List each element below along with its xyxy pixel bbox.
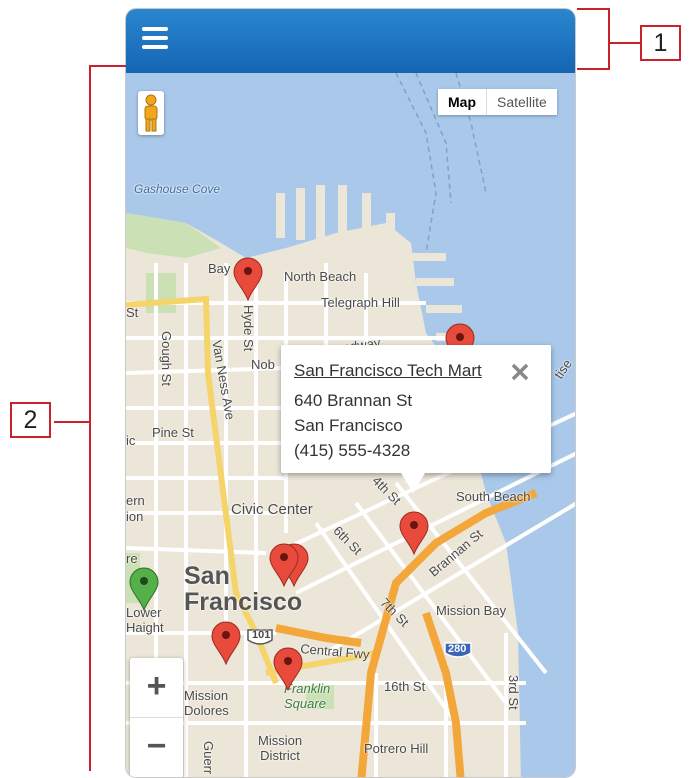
map-label-south-beach: South Beach [456, 489, 531, 504]
map-label-pine-st: Pine St [152, 425, 194, 440]
map-type-control: Map Satellite [438, 89, 557, 115]
map-label-north-beach: North Beach [284, 269, 357, 284]
callout-1-leader-top [577, 8, 609, 10]
map-label-3rd-st: 3rd St [506, 675, 521, 710]
zoom-control: + − [130, 658, 183, 777]
store-city: San Francisco [294, 416, 403, 435]
hwy-101-shield: 101 [252, 629, 271, 641]
map-label-potrero-hill: Potrero Hill [364, 741, 429, 756]
map-label-guerr: Guerr [201, 741, 216, 775]
callout-2: 2 [10, 402, 51, 438]
store-phone: (415) 555-4328 [294, 441, 411, 460]
callout-1-leader-bottom [577, 68, 609, 70]
hwy-280-shield: 280 [448, 643, 467, 655]
map-label-civic-center: Civic Center [231, 501, 313, 518]
map-marker-red[interactable] [268, 543, 300, 587]
callout-1-leader-horizontal [609, 42, 641, 44]
zoom-out-button[interactable]: − [130, 718, 183, 777]
street-view-pegman-icon[interactable] [138, 91, 164, 135]
callout-2-leader-horizontal [54, 421, 90, 423]
map-label-st-left: St [126, 305, 139, 320]
map-label-telegraph-hill: Telegraph Hill [321, 295, 400, 310]
app-top-bar [126, 9, 575, 73]
map-label-gough-st: Gough St [159, 331, 174, 386]
phone-screen: Gashouse Cove Bay St North Beach Telegra… [125, 8, 576, 778]
map-marker-red[interactable] [232, 257, 264, 301]
info-window-pointer [401, 473, 425, 493]
callout-2-leader-top [90, 65, 126, 67]
map-label-re: re [126, 551, 138, 566]
map-marker-red-selected[interactable] [398, 511, 430, 555]
map-type-satellite-button[interactable]: Satellite [486, 89, 557, 115]
store-name-link[interactable]: San Francisco Tech Mart [294, 361, 482, 381]
hamburger-menu-icon[interactable] [142, 27, 168, 53]
map-label-ern: ern [126, 493, 145, 508]
zoom-in-button[interactable]: + [130, 658, 183, 718]
map-marker-green[interactable] [128, 567, 160, 611]
store-address: 640 Brannan St [294, 391, 413, 410]
map-label-ic: ic [126, 433, 136, 448]
map-label-mission-district: Mission District [258, 733, 303, 763]
close-x-icon[interactable] [509, 361, 531, 383]
map-label-ion: ion [126, 509, 144, 524]
map-label-hyde-st: Hyde St [241, 305, 256, 352]
map-label-nob: Nob [251, 357, 275, 372]
map-label-gashouse-cove: Gashouse Cove [134, 182, 221, 196]
map-label-mission-bay: Mission Bay [436, 603, 507, 618]
map-type-map-button[interactable]: Map [438, 89, 486, 115]
callout-1: 1 [640, 25, 681, 61]
map-label-mission-dolores: Mission Dolores [184, 688, 229, 718]
callout-1-leader-vertical [608, 8, 610, 70]
marker-info-window: San Francisco Tech Mart 640 Brannan St S… [281, 345, 551, 493]
map-view[interactable]: Gashouse Cove Bay St North Beach Telegra… [126, 73, 575, 777]
callout-2-leader-vertical [89, 65, 91, 771]
map-marker-red[interactable] [272, 647, 304, 691]
map-label-16th-st: 16th St [384, 679, 426, 694]
map-marker-red[interactable] [210, 621, 242, 665]
